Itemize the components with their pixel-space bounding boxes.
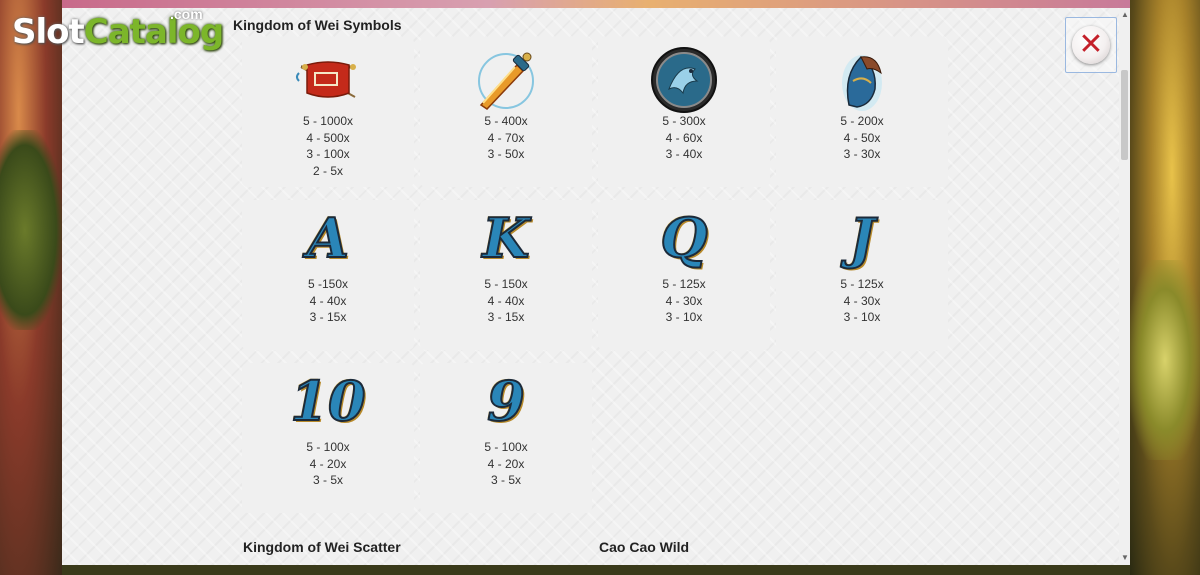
symbol-card-horn: 5 - 200x 4 - 50x 3 - 30x	[776, 37, 948, 187]
payout-line: 4 - 500x	[306, 130, 350, 145]
payout-line: 4 - 30x	[843, 293, 881, 308]
payout-line: 3 - 15x	[309, 310, 347, 324]
paytable-dialog: Kingdom of Wei Symbols 5 - 1000x 4 - 500…	[62, 8, 1130, 565]
background-foliage	[1130, 260, 1200, 460]
dragon-shield-icon	[651, 47, 717, 113]
symbol-card-10: 10 5 - 100x 4 - 20x 3 - 5x	[242, 363, 414, 513]
scroll-up-arrow[interactable]: ▲	[1121, 10, 1129, 19]
close-button-circle: ✕	[1072, 26, 1110, 64]
symbol-card-shield: 5 - 300x 4 - 60x 3 - 40x	[598, 37, 770, 187]
payout-line: 4 - 40x	[309, 293, 347, 308]
symbol-card-q: Q 5 - 125x 4 - 30x 3 - 10x	[598, 200, 770, 350]
payout-line: 5 - 125x	[662, 277, 706, 291]
background-bottom	[62, 565, 1130, 575]
payout-line: 3 - 30x	[843, 147, 881, 161]
symbol-card-banner: 5 - 1000x 4 - 500x 3 - 100x 2 - 5x	[242, 37, 414, 187]
payout-line: 3 - 5x	[312, 473, 343, 487]
payout-line: 5 -150x	[307, 277, 349, 291]
sword-icon	[478, 52, 534, 110]
payout-line: 4 - 20x	[487, 456, 525, 471]
scrollbar-thumb[interactable]	[1121, 70, 1128, 160]
payout-line: 4 - 50x	[843, 130, 881, 145]
payout-line: 3 - 10x	[843, 310, 881, 324]
payout-line: 4 - 20x	[309, 456, 347, 471]
wild-section-title: Cao Cao Wild	[599, 539, 690, 555]
background-left	[0, 0, 62, 575]
payout-line: 5 - 400x	[484, 114, 528, 128]
symbol-card-9: 9 5 - 100x 4 - 20x 3 - 5x	[420, 363, 592, 513]
payout-line: 3 - 100x	[306, 147, 350, 161]
payout-line: 3 - 5x	[490, 473, 521, 487]
payout-line: 3 - 50x	[487, 147, 525, 161]
payout-line: 5 - 200x	[840, 114, 884, 128]
letter-k-icon: K	[482, 205, 531, 271]
symbol-card-k: K 5 - 150x 4 - 40x 3 - 15x	[420, 200, 592, 350]
scroll-down-arrow[interactable]: ▼	[1121, 553, 1129, 562]
payout-line: 5 - 100x	[306, 440, 350, 454]
number-10-icon: 10	[289, 368, 366, 434]
scatter-section-title: Kingdom of Wei Scatter	[243, 539, 401, 555]
logo-slot-text: Slot	[12, 12, 85, 52]
background-right	[1130, 0, 1200, 575]
background-tree	[0, 130, 62, 330]
payout-line: 5 - 300x	[662, 114, 706, 128]
letter-a-icon: A	[306, 205, 350, 271]
section-title-symbols: Kingdom of Wei Symbols	[233, 17, 402, 33]
payout-line: 4 - 70x	[487, 130, 525, 145]
number-9-icon: 9	[486, 368, 526, 434]
symbol-card-j: J 5 - 125x 4 - 30x 3 - 10x	[776, 200, 948, 350]
letter-j-icon: J	[848, 205, 876, 271]
payout-line: 3 - 10x	[665, 310, 703, 324]
close-button[interactable]: ✕	[1065, 17, 1117, 73]
payout-line: 3 - 15x	[487, 310, 525, 324]
payout-line: 4 - 60x	[665, 130, 703, 145]
payout-line: 4 - 40x	[487, 293, 525, 308]
close-icon: ✕	[1078, 27, 1104, 62]
logo-com-text: .com	[170, 6, 203, 22]
symbol-card-sword: 5 - 400x 4 - 70x 3 - 50x	[420, 37, 592, 187]
war-horn-icon	[842, 55, 882, 111]
payout-line: 3 - 40x	[665, 147, 703, 161]
payout-line: 5 - 125x	[840, 277, 884, 291]
letter-q-icon: Q	[659, 205, 708, 271]
payout-line: 2 - 5x	[312, 163, 343, 178]
payout-line: 5 - 1000x	[302, 114, 354, 128]
symbol-card-a: A 5 -150x 4 - 40x 3 - 15x	[242, 200, 414, 350]
background-top	[62, 0, 1130, 8]
slotcatalog-logo: SlotCatalog .com	[12, 6, 224, 52]
payout-line: 5 - 100x	[484, 440, 528, 454]
payout-line: 5 - 150x	[484, 277, 528, 291]
war-banner-icon	[296, 61, 356, 98]
payout-line: 4 - 30x	[665, 293, 703, 308]
